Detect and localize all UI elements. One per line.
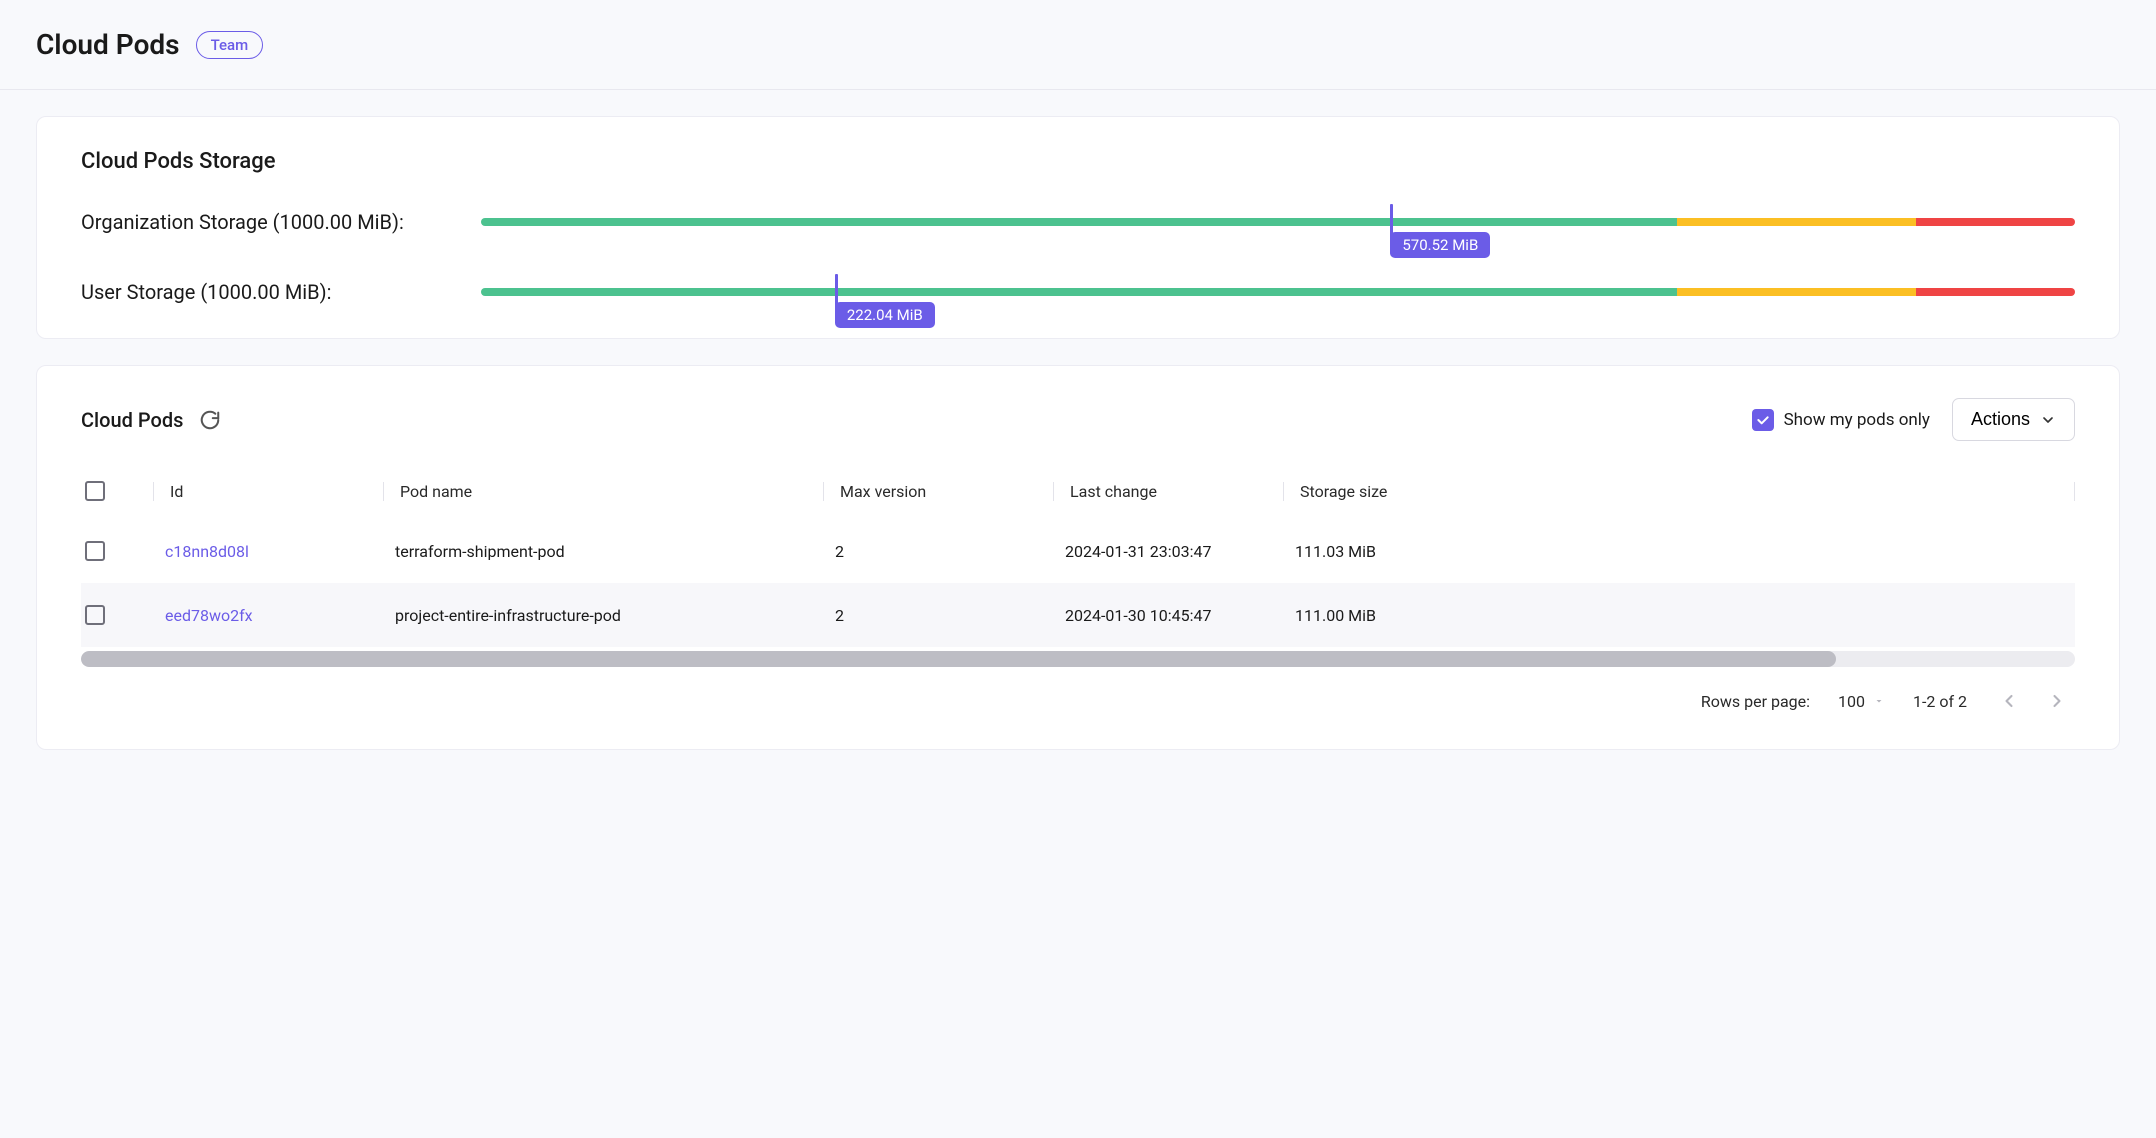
page-header: Cloud Pods Team xyxy=(0,0,2156,90)
col-header-storage-size[interactable]: Storage size xyxy=(1283,482,2075,501)
last-change-cell: 2024-01-31 23:03:47 xyxy=(1053,542,1283,561)
table-title: Cloud Pods xyxy=(81,408,183,432)
actions-button[interactable]: Actions xyxy=(1952,398,2075,441)
storage-card: Cloud Pods Storage Organization Storage … xyxy=(36,116,2120,339)
col-header-max-version[interactable]: Max version xyxy=(823,482,1053,501)
pod-name-cell: terraform-shipment-pod xyxy=(383,542,823,561)
last-change-cell: 2024-01-30 10:45:47 xyxy=(1053,606,1283,625)
pods-table: Id Pod name Max version Last change Stor… xyxy=(81,467,2075,717)
col-header-id[interactable]: Id xyxy=(153,482,383,501)
table-row: eed78wo2fx project-entire-infrastructure… xyxy=(81,583,2075,647)
user-storage-seg-red xyxy=(1916,288,2075,296)
team-badge: Team xyxy=(196,31,264,59)
org-storage-label: Organization Storage (1000.00 MiB): xyxy=(81,208,421,236)
pod-name-cell: project-entire-infrastructure-pod xyxy=(383,606,823,625)
pod-id-link[interactable]: c18nn8d08l xyxy=(165,542,249,561)
org-storage-seg-red xyxy=(1916,218,2075,226)
pagination-range: 1-2 of 2 xyxy=(1913,692,1967,711)
scrollbar-thumb[interactable] xyxy=(81,651,1836,667)
pods-table-card: Cloud Pods Show my pods only Actions xyxy=(36,365,2120,750)
user-storage-row: User Storage (1000.00 MiB): 222.04 MiB xyxy=(81,278,2075,306)
chevron-down-icon xyxy=(2040,412,2056,428)
user-storage-label: User Storage (1000.00 MiB): xyxy=(81,278,421,306)
rows-per-page-select[interactable]: 100 xyxy=(1838,692,1885,711)
storage-size-cell: 111.00 MiB xyxy=(1283,606,2075,625)
horizontal-scrollbar[interactable] xyxy=(81,651,2075,667)
storage-size-cell: 111.03 MiB xyxy=(1283,542,2075,561)
org-storage-value: 570.52 MiB xyxy=(1390,232,1490,258)
table-header: Cloud Pods Show my pods only Actions xyxy=(81,398,2075,441)
org-storage-bar: 570.52 MiB xyxy=(481,218,2075,226)
pagination: Rows per page: 100 1-2 of 2 xyxy=(81,667,2075,717)
row-checkbox[interactable] xyxy=(85,605,105,625)
show-my-pods-label: Show my pods only xyxy=(1784,410,1930,430)
row-checkbox[interactable] xyxy=(85,541,105,561)
col-header-last-change[interactable]: Last change xyxy=(1053,482,1283,501)
table-head-row: Id Pod name Max version Last change Stor… xyxy=(81,467,2075,519)
user-storage-seg-yellow xyxy=(1677,288,1916,296)
page-title: Cloud Pods xyxy=(36,28,180,61)
table-row: c18nn8d08l terraform-shipment-pod 2 2024… xyxy=(81,519,2075,583)
max-version-cell: 2 xyxy=(823,606,1053,625)
next-page-button[interactable] xyxy=(2043,687,2071,715)
rows-per-page-value: 100 xyxy=(1838,692,1865,711)
rows-per-page-label: Rows per page: xyxy=(1701,692,1810,711)
pod-id-link[interactable]: eed78wo2fx xyxy=(165,606,253,625)
col-header-pod-name[interactable]: Pod name xyxy=(383,482,823,501)
org-storage-seg-yellow xyxy=(1677,218,1916,226)
user-storage-bar: 222.04 MiB xyxy=(481,288,2075,296)
max-version-cell: 2 xyxy=(823,542,1053,561)
org-storage-row: Organization Storage (1000.00 MiB): 570.… xyxy=(81,208,2075,236)
org-storage-seg-green xyxy=(481,218,1677,226)
checkbox-checked-icon[interactable] xyxy=(1752,409,1774,431)
show-my-pods-filter[interactable]: Show my pods only xyxy=(1752,409,1930,431)
select-all-checkbox[interactable] xyxy=(85,481,105,501)
user-storage-value: 222.04 MiB xyxy=(835,302,935,328)
storage-card-title: Cloud Pods Storage xyxy=(81,149,2075,174)
actions-label: Actions xyxy=(1971,409,2030,430)
caret-down-icon xyxy=(1873,692,1885,711)
user-storage-seg-green xyxy=(481,288,1677,296)
refresh-icon[interactable] xyxy=(199,409,221,431)
prev-page-button[interactable] xyxy=(1995,687,2023,715)
